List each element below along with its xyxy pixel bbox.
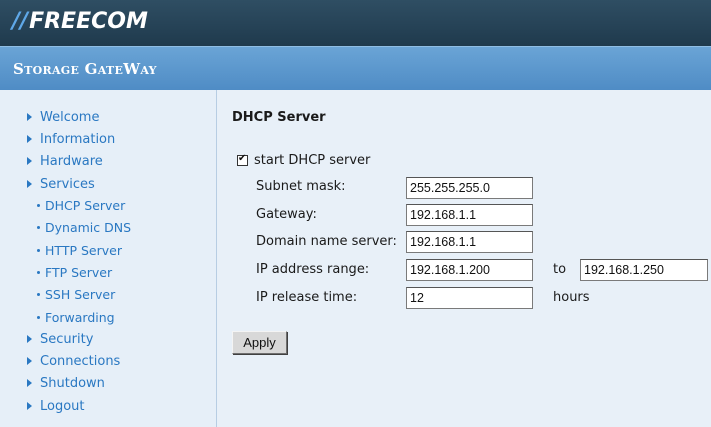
sidebar-item-logout[interactable]: Logout	[27, 397, 85, 415]
triangle-right-icon	[27, 402, 32, 410]
product-bar: Storage GateWay	[0, 46, 711, 90]
sidebar-item-label: Logout	[40, 398, 85, 414]
sidebar-item-label: Connections	[40, 353, 121, 369]
gateway-input[interactable]	[406, 204, 533, 226]
freecom-logo: //FREECOM	[12, 9, 148, 34]
triangle-right-icon	[27, 379, 32, 387]
triangle-right-icon	[27, 180, 32, 188]
sidebar-item-label: Services	[40, 176, 95, 192]
sidebar-subitem-http-server[interactable]: HTTP Server	[37, 241, 122, 259]
start-dhcp-row: start DHCP server	[237, 153, 370, 168]
start-dhcp-checkbox[interactable]	[237, 153, 248, 166]
sidebar-subitem-label: SSH Server	[45, 286, 116, 302]
sidebar-item-security[interactable]: Security	[27, 330, 93, 348]
sidebar-item-label: Information	[40, 131, 116, 147]
sidebar-subitem-ssh-server[interactable]: SSH Server	[37, 285, 115, 303]
sidebar-subitem-label: Dynamic DNS	[45, 219, 132, 235]
release-time-input[interactable]	[406, 287, 533, 309]
sidebar-subitem-label: HTTP Server	[45, 242, 122, 258]
sidebar-subitem-label: DHCP Server	[45, 197, 126, 213]
sidebar-subitem-ftp-server[interactable]: FTP Server	[37, 263, 112, 281]
logo-bars: //	[12, 9, 29, 34]
sidebar-item-information[interactable]: Information	[27, 130, 115, 148]
sidebar-item-connections[interactable]: Connections	[27, 352, 120, 370]
product-name: Storage GateWay	[13, 60, 157, 78]
bullet-icon	[37, 203, 40, 207]
bullet-icon	[37, 315, 40, 319]
start-dhcp-label: start DHCP server	[254, 153, 371, 168]
subnet-mask-input[interactable]	[406, 177, 533, 199]
sidebar-subitem-dynamic-dns[interactable]: Dynamic DNS	[37, 218, 131, 236]
triangle-right-icon	[27, 135, 32, 143]
page-title: DHCP Server	[232, 110, 326, 125]
sidebar-subitem-dhcp-server[interactable]: DHCP Server	[37, 196, 125, 214]
sidebar-nav: Welcome Information Hardware Services DH…	[0, 90, 217, 427]
main-content: DHCP Server start DHCP server Subnet mas…	[218, 90, 711, 427]
sidebar-subitem-label: Forwarding	[45, 309, 115, 325]
sidebar-subitem-forwarding[interactable]: Forwarding	[37, 308, 115, 326]
bullet-icon	[37, 270, 40, 274]
top-header-bar: //FREECOM	[0, 0, 711, 46]
dns-label: Domain name server:	[256, 234, 397, 249]
sidebar-item-hardware[interactable]: Hardware	[27, 152, 103, 170]
sidebar-subitem-label: FTP Server	[45, 264, 113, 280]
triangle-right-icon	[27, 113, 32, 121]
logo-text: FREECOM	[29, 9, 148, 34]
sidebar-item-services[interactable]: Services	[27, 175, 95, 193]
sidebar-item-label: Security	[40, 331, 94, 347]
dns-input[interactable]	[406, 231, 533, 253]
bullet-icon	[37, 225, 40, 229]
sidebar-item-welcome[interactable]: Welcome	[27, 108, 99, 126]
ip-range-end-input[interactable]	[580, 259, 708, 281]
subnet-mask-label: Subnet mask:	[256, 179, 346, 194]
ip-range-start-input[interactable]	[406, 259, 533, 281]
gateway-label: Gateway:	[256, 207, 317, 222]
sidebar-item-label: Shutdown	[40, 375, 105, 391]
ip-range-to-label: to	[553, 262, 567, 277]
sidebar-item-label: Welcome	[40, 109, 100, 125]
apply-button[interactable]: Apply	[232, 331, 287, 354]
triangle-right-icon	[27, 157, 32, 165]
release-time-label: IP release time:	[256, 290, 358, 305]
triangle-right-icon	[27, 357, 32, 365]
sidebar-item-label: Hardware	[40, 153, 103, 169]
release-time-unit: hours	[553, 290, 590, 305]
triangle-right-icon	[27, 335, 32, 343]
bullet-icon	[37, 248, 40, 252]
bullet-icon	[37, 292, 40, 296]
ip-range-label: IP address range:	[256, 262, 370, 277]
sidebar-item-shutdown[interactable]: Shutdown	[27, 374, 105, 392]
